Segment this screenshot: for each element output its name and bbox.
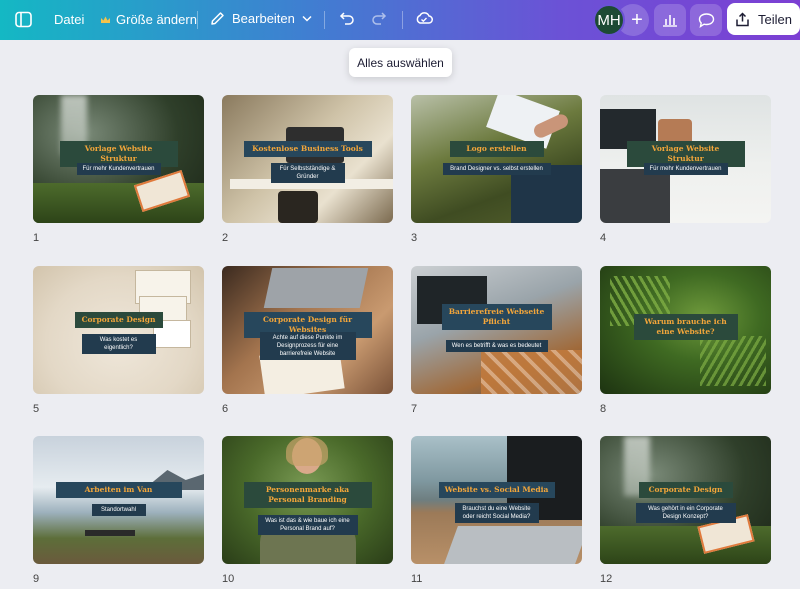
undo-button[interactable] xyxy=(339,11,355,26)
resize-label: Größe ändern xyxy=(116,12,197,27)
chair-shape xyxy=(278,191,318,223)
page-subtitle-banner: Was ist das & wie baue ich eine Personal… xyxy=(257,515,358,536)
page-subtitle-banner: Wen es betrifft & was es bedeutet xyxy=(445,340,548,353)
laptop-shape xyxy=(600,169,670,223)
top-toolbar: Datei Größe ändern Bearbeiten + MH Teile… xyxy=(0,0,800,40)
page-subtitle-banner: Brand Designer vs. selbst erstellen xyxy=(442,163,551,176)
share-icon xyxy=(735,11,750,27)
page-title-banner: Corporate Design xyxy=(74,312,163,328)
page-number: 10 xyxy=(222,573,235,585)
page-thumbnail[interactable]: Arbeiten im Van Standortwahl xyxy=(33,436,204,564)
bar-chart-icon xyxy=(662,13,678,27)
page-subtitle-banner: Standortwahl xyxy=(91,504,146,517)
page-thumbnail[interactable]: Personenmarke aka Personal Branding Was … xyxy=(222,436,393,564)
divider xyxy=(324,11,325,29)
share-label: Teilen xyxy=(758,11,792,27)
crown-icon xyxy=(100,15,111,25)
tooltip-text: Alles auswählen xyxy=(357,55,444,70)
avatar[interactable]: MH xyxy=(593,4,625,36)
comments-button[interactable] xyxy=(690,4,722,36)
select-all-tooltip: Alles auswählen xyxy=(349,48,452,77)
fern-shape xyxy=(700,336,766,386)
page-thumbnail[interactable]: Corporate Design Was gehört in ein Corpo… xyxy=(600,436,771,564)
page-number: 6 xyxy=(222,403,229,415)
share-button[interactable]: Teilen xyxy=(727,3,800,35)
page-subtitle-banner: Was kostet es eigentlich? xyxy=(81,334,156,355)
comment-icon xyxy=(698,12,715,28)
page-thumbnail[interactable]: Kostenlose Business Tools Für Selbststän… xyxy=(222,95,393,223)
page-number: 3 xyxy=(411,232,418,244)
avatar-initials: MH xyxy=(597,11,621,29)
page-background xyxy=(33,436,204,564)
divider xyxy=(197,11,198,29)
cloud-save-button[interactable] xyxy=(415,10,433,26)
page-subtitle-banner: Achte auf diese Punkte im Designprozess … xyxy=(259,332,356,361)
page-thumbnail[interactable]: Logo erstellen Brand Designer vs. selbst… xyxy=(411,95,582,223)
page-thumbnail[interactable]: Barrierefreie Webseite Pflicht Wen es be… xyxy=(411,266,582,394)
page-number: 5 xyxy=(33,403,40,415)
page-number: 9 xyxy=(33,573,40,585)
sidebar-toggle-icon xyxy=(15,11,32,28)
divider xyxy=(402,11,403,29)
page-title-banner: Barrierefreie Webseite Pflicht xyxy=(441,304,552,330)
file-menu-label: Datei xyxy=(54,12,85,27)
chevron-down-icon xyxy=(302,15,312,22)
cloud-check-icon xyxy=(415,10,433,26)
page-subtitle-banner: Für mehr Kundenvertrauen xyxy=(643,163,728,176)
edit-menu-button[interactable]: Bearbeiten xyxy=(210,11,312,26)
resize-button[interactable]: Größe ändern xyxy=(100,12,197,27)
page-number: 11 xyxy=(411,573,423,585)
page-title-banner: Arbeiten im Van xyxy=(55,482,182,498)
edit-menu-label: Bearbeiten xyxy=(232,11,295,26)
redo-button[interactable] xyxy=(371,11,387,26)
page-number: 2 xyxy=(222,232,229,244)
page-thumbnail[interactable]: Corporate Design für Websites Achte auf … xyxy=(222,266,393,394)
laptop-shape xyxy=(263,268,369,308)
page-thumbnail[interactable]: Vorlage Website Struktur Für mehr Kunden… xyxy=(600,95,771,223)
blanket-shape xyxy=(481,350,582,394)
page-title-banner: Kostenlose Business Tools xyxy=(243,141,372,157)
table-shape xyxy=(85,530,135,536)
page-number: 4 xyxy=(600,232,607,244)
undo-icon xyxy=(339,11,355,26)
page-subtitle-banner: Was gehört in ein Corporate Design Konze… xyxy=(635,503,736,524)
page-title-banner: Warum brauche ich eine Website? xyxy=(633,314,738,340)
page-thumbnail[interactable]: Vorlage Website Struktur Für mehr Kunden… xyxy=(33,95,204,223)
pencil-icon xyxy=(210,11,225,26)
page-number: 7 xyxy=(411,403,418,415)
sidebar-toggle-button[interactable] xyxy=(15,11,32,28)
page-number: 8 xyxy=(600,403,607,415)
page-thumbnail[interactable]: Warum brauche ich eine Website? xyxy=(600,266,771,394)
page-subtitle-banner: Für Selbstständige & Gründer xyxy=(270,163,345,184)
page-thumbnail[interactable]: Website vs. Social Media Brauchst du ein… xyxy=(411,436,582,564)
plus-icon: + xyxy=(631,8,643,31)
file-menu-button[interactable]: Datei xyxy=(54,12,84,27)
page-number: 1 xyxy=(33,232,40,244)
redo-icon xyxy=(371,11,387,26)
page-thumbnail[interactable]: Corporate Design Was kostet es eigentlic… xyxy=(33,266,204,394)
page-subtitle-banner: Für mehr Kundenvertrauen xyxy=(76,163,161,176)
page-title-banner: Personenmarke aka Personal Branding xyxy=(243,482,372,508)
page-title-banner: Logo erstellen xyxy=(449,141,544,157)
keyboard-shape xyxy=(444,526,582,564)
page-title-banner: Corporate Design xyxy=(638,482,733,498)
person-hair-shape xyxy=(286,436,328,466)
page-number: 12 xyxy=(600,573,613,585)
insights-button[interactable] xyxy=(654,4,686,36)
page-subtitle-banner: Brauchst du eine Website oder reicht Soc… xyxy=(454,503,539,524)
page-title-banner: Website vs. Social Media xyxy=(438,482,555,498)
